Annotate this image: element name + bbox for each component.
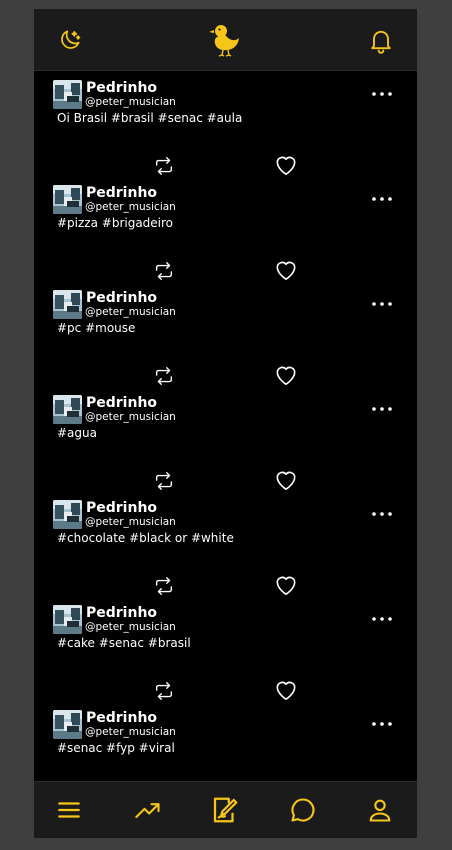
more-options-icon[interactable]	[369, 86, 395, 102]
avatar[interactable]	[53, 185, 82, 214]
avatar[interactable]	[53, 290, 82, 319]
like-heart-icon[interactable]	[273, 362, 299, 388]
bell-icon[interactable]	[363, 22, 399, 58]
post-author-handle[interactable]: @peter_musician	[85, 306, 176, 318]
avatar[interactable]	[53, 80, 82, 109]
post-author-handle[interactable]: @peter_musician	[85, 516, 176, 528]
post-author-handle[interactable]: @peter_musician	[85, 621, 176, 633]
repost-icon[interactable]	[152, 260, 176, 282]
repost-icon[interactable]	[152, 575, 176, 597]
avatar[interactable]	[53, 710, 82, 739]
post-item[interactable]: Pedrinho @peter_musician #pc #mouse	[34, 281, 417, 386]
more-options-icon[interactable]	[369, 716, 395, 732]
post-item[interactable]: Pedrinho @peter_musician #chocolate #bla…	[34, 491, 417, 596]
post-text: #senac #fyp #viral	[57, 741, 175, 755]
more-options-icon[interactable]	[369, 191, 395, 207]
more-options-icon[interactable]	[369, 611, 395, 627]
post-feed: Pedrinho @peter_musician Oi Brasil #bras…	[34, 71, 417, 781]
moon-icon[interactable]	[52, 22, 88, 58]
post-text: #pc #mouse	[57, 321, 136, 335]
repost-icon[interactable]	[152, 155, 176, 177]
post-author-name[interactable]: Pedrinho	[86, 395, 157, 411]
avatar[interactable]	[53, 500, 82, 529]
more-options-icon[interactable]	[369, 296, 395, 312]
post-item[interactable]: Pedrinho @peter_musician #cake #senac #b…	[34, 596, 417, 701]
compose-icon[interactable]	[207, 792, 243, 828]
post-author-name[interactable]: Pedrinho	[86, 710, 157, 726]
chat-icon[interactable]	[285, 792, 321, 828]
post-author-name[interactable]: Pedrinho	[86, 605, 157, 621]
post-author-handle[interactable]: @peter_musician	[85, 726, 176, 738]
avatar[interactable]	[53, 395, 82, 424]
post-author-handle[interactable]: @peter_musician	[85, 411, 176, 423]
avatar[interactable]	[53, 605, 82, 634]
like-heart-icon[interactable]	[273, 152, 299, 178]
like-heart-icon[interactable]	[273, 677, 299, 703]
post-text: Oi Brasil #brasil #senac #aula	[57, 111, 243, 125]
post-author-name[interactable]: Pedrinho	[86, 185, 157, 201]
post-text: #cake #senac #brasil	[57, 636, 191, 650]
more-options-icon[interactable]	[369, 401, 395, 417]
duck-logo-icon[interactable]	[207, 22, 243, 58]
post-author-name[interactable]: Pedrinho	[86, 80, 157, 96]
repost-icon[interactable]	[152, 680, 176, 702]
post-author-handle[interactable]: @peter_musician	[85, 96, 176, 108]
app-screen: Pedrinho @peter_musician Oi Brasil #bras…	[34, 9, 417, 838]
profile-icon[interactable]	[362, 792, 398, 828]
post-item[interactable]: Pedrinho @peter_musician #senac #fyp #vi…	[34, 701, 417, 781]
like-heart-icon[interactable]	[273, 257, 299, 283]
post-item[interactable]: Pedrinho @peter_musician Oi Brasil #bras…	[34, 71, 417, 176]
post-text: #chocolate #black or #white	[57, 531, 234, 545]
repost-icon[interactable]	[152, 470, 176, 492]
post-author-name[interactable]: Pedrinho	[86, 500, 157, 516]
like-heart-icon[interactable]	[273, 572, 299, 598]
post-text: #agua	[57, 426, 97, 440]
like-heart-icon[interactable]	[273, 467, 299, 493]
post-item[interactable]: Pedrinho @peter_musician #pizza #brigade…	[34, 176, 417, 281]
trending-icon[interactable]	[130, 792, 166, 828]
repost-icon[interactable]	[152, 365, 176, 387]
bottom-nav-bar	[34, 781, 417, 838]
post-author-name[interactable]: Pedrinho	[86, 290, 157, 306]
more-options-icon[interactable]	[369, 506, 395, 522]
post-author-handle[interactable]: @peter_musician	[85, 201, 176, 213]
post-item[interactable]: Pedrinho @peter_musician #agua	[34, 386, 417, 491]
post-text: #pizza #brigadeiro	[57, 216, 174, 230]
menu-icon[interactable]	[51, 792, 87, 828]
top-bar	[34, 9, 417, 71]
